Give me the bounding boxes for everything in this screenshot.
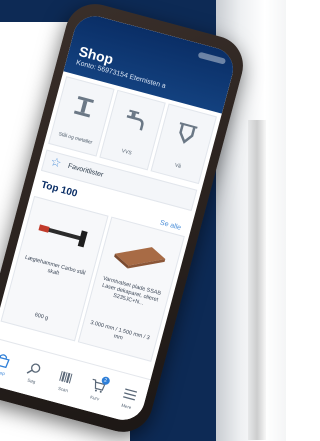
category-label: VVS <box>120 148 133 157</box>
category-label: Vå <box>174 162 182 170</box>
shop-icon <box>0 354 11 369</box>
steel-beam-icon <box>73 95 95 118</box>
nav-label: Søg <box>26 377 37 385</box>
nav-label: Scan <box>57 385 69 394</box>
category-label: Stål og metaller <box>57 131 93 146</box>
section-title: Top 100 <box>39 179 79 200</box>
product-name: Lægtehammer Carbo stål skaft <box>24 254 86 277</box>
hammer-icon <box>38 224 88 248</box>
nav-label: Mere <box>120 402 133 411</box>
menu-icon <box>122 388 137 401</box>
favorites-label: Favoritlister <box>67 162 104 179</box>
coat-shadow <box>248 120 266 440</box>
steel-plate-icon <box>113 246 165 269</box>
product-list: Lægtehammer Carbo stål skaft 600 g Varmt… <box>0 195 185 362</box>
search-icon <box>26 363 41 374</box>
product-meta: 3.000 mm / 1.500 mm / 3 mm <box>89 319 151 342</box>
product-meta: 600 g <box>33 312 49 322</box>
star-icon: ☆ <box>48 154 63 171</box>
faucet-icon <box>126 109 144 131</box>
pipe-icon <box>179 122 198 144</box>
nav-label: Kurv <box>89 394 100 402</box>
status-indicator <box>197 51 227 65</box>
barcode-icon <box>59 370 73 384</box>
product-name: Varmtvalset plade SSAB Laser dekaparet, … <box>101 275 162 307</box>
